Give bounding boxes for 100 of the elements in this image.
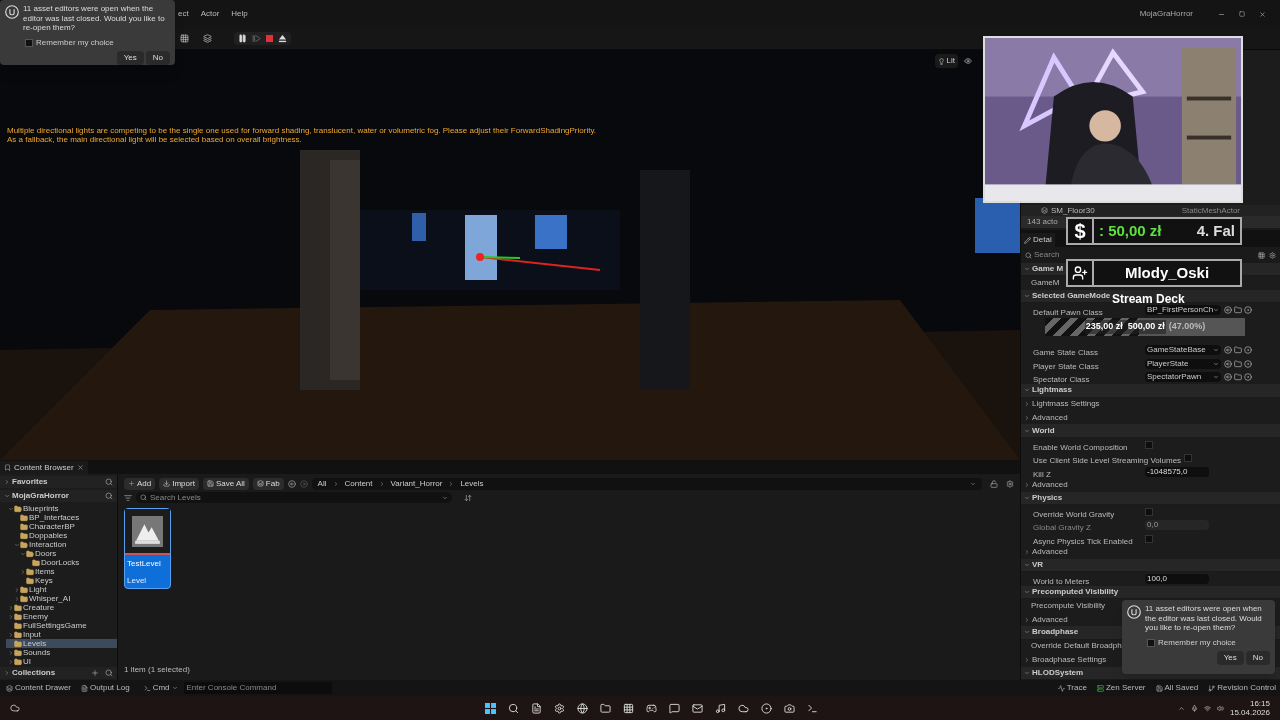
toolbar-button[interactable]: Fab — [252, 477, 284, 490]
folder-tree-item[interactable]: CharacterBP — [6, 522, 117, 531]
folder-tree-item[interactable]: BP_Interfaces — [6, 513, 117, 522]
remember-checkbox[interactable] — [1147, 638, 1155, 647]
folder-tree-item[interactable]: Items — [6, 567, 117, 576]
close-icon[interactable] — [76, 464, 84, 471]
folder-tree-item[interactable]: DoorLocks — [6, 558, 117, 567]
category-header[interactable]: World — [1021, 424, 1280, 438]
folder-tree-item[interactable]: Light — [6, 585, 117, 594]
browse-folder-icon[interactable] — [1234, 373, 1242, 382]
folder-tree-item[interactable]: Enemy — [6, 612, 117, 621]
settings-icon[interactable] — [1006, 479, 1014, 488]
folder-tree-item[interactable]: Levels — [6, 639, 117, 648]
sort-icon[interactable] — [464, 493, 472, 502]
remember-checkbox[interactable] — [25, 38, 33, 47]
taskbar-app-icon[interactable] — [577, 702, 588, 714]
lock-icon[interactable] — [990, 479, 998, 488]
taskbar-app-icon[interactable] — [554, 702, 565, 714]
breadcrumb-link[interactable]: Content — [344, 477, 373, 490]
taskbar-app-icon[interactable] — [807, 702, 818, 714]
start-icon[interactable] — [485, 702, 496, 714]
number-field[interactable]: 100,0 — [1145, 574, 1209, 585]
cmd-dropdown[interactable]: Cmd — [143, 682, 178, 694]
use-selected-icon[interactable] — [1224, 346, 1232, 355]
folder-tree-item[interactable]: Interaction — [6, 540, 117, 549]
use-selected-icon[interactable] — [1224, 373, 1232, 382]
taskbar-app-icon[interactable] — [784, 702, 795, 714]
folder-tree-item[interactable]: Sounds — [6, 648, 117, 657]
toast-button[interactable]: No — [1245, 650, 1270, 665]
show-icon[interactable] — [964, 57, 972, 65]
property-checkbox[interactable] — [1145, 507, 1153, 516]
chevron-icon[interactable] — [1177, 704, 1185, 712]
folder-tree-item[interactable]: UI — [6, 657, 117, 666]
console-input[interactable]: Enter Console Command — [183, 682, 332, 694]
property-checkbox[interactable] — [1145, 440, 1153, 449]
details-tab[interactable]: Detai — [1021, 233, 1055, 247]
taskbar-app-icon[interactable] — [738, 702, 749, 714]
class-dropdown[interactable]: GameStateBase — [1145, 345, 1221, 356]
search-icon[interactable] — [105, 492, 113, 500]
folder-tree-item[interactable]: Creature — [6, 603, 117, 612]
search-icon[interactable] — [105, 669, 113, 677]
status-button[interactable]: All Saved — [1155, 682, 1199, 694]
folder-tree-item[interactable]: Blueprints — [6, 504, 117, 513]
folder-tree-item[interactable]: Doors — [6, 549, 117, 558]
toolbar-button[interactable]: Import — [159, 477, 199, 490]
use-selected-icon[interactable] — [1224, 359, 1232, 368]
taskbar-app-icon[interactable] — [715, 702, 726, 714]
class-dropdown[interactable]: BP_FirstPersonCh — [1145, 305, 1221, 315]
maximize-icon[interactable] — [1239, 10, 1245, 17]
folder-tree-item[interactable]: FullSettingsGame — [6, 621, 117, 630]
taskbar-app-icon[interactable] — [646, 702, 657, 714]
taskbar-app-icon[interactable] — [623, 702, 634, 714]
use-selected-icon[interactable] — [1224, 306, 1232, 314]
toolbar-button[interactable]: Add — [124, 477, 156, 490]
folder-tree-item[interactable]: Whisper_AI — [6, 594, 117, 603]
eject-icon[interactable] — [278, 34, 287, 43]
reset-icon[interactable] — [1244, 306, 1252, 314]
number-field[interactable]: -1048575,0 — [1145, 466, 1209, 477]
view-mode-button[interactable]: Lit — [934, 54, 958, 68]
browse-folder-icon[interactable] — [1234, 306, 1242, 314]
property-checkbox[interactable] — [1145, 534, 1153, 543]
breadcrumb-link[interactable]: Levels — [460, 477, 484, 490]
taskbar-app-icon[interactable] — [600, 702, 611, 714]
toast-button[interactable]: No — [145, 50, 170, 65]
taskbar-app-icon[interactable] — [508, 702, 519, 714]
folder-tree-item[interactable]: Input — [6, 630, 117, 639]
menu-item[interactable]: Help — [231, 8, 248, 20]
category-header[interactable]: VR — [1021, 559, 1280, 573]
actor-name[interactable]: SM_Floor30 — [1051, 204, 1095, 217]
close-icon[interactable] — [1259, 10, 1266, 18]
menu-item[interactable]: ect — [178, 8, 189, 20]
back-icon[interactable] — [287, 479, 296, 488]
settings-icon[interactable] — [1269, 251, 1276, 259]
status-button[interactable]: Output Log — [79, 682, 132, 694]
volume-icon[interactable] — [1216, 704, 1224, 712]
category-header[interactable]: Lightmass — [1021, 384, 1280, 398]
microphone-icon[interactable] — [1190, 704, 1198, 712]
class-dropdown[interactable]: SpectatorPawn — [1145, 372, 1221, 383]
taskbar-app-icon[interactable] — [761, 702, 772, 714]
add-icon[interactable] — [91, 669, 99, 677]
skip-frame-icon[interactable] — [252, 34, 261, 43]
status-button[interactable]: Zen Server — [1096, 682, 1146, 694]
browse-folder-icon[interactable] — [1234, 346, 1242, 355]
status-button[interactable]: Trace — [1057, 682, 1087, 694]
folder-tree-item[interactable]: Keys — [6, 576, 117, 585]
status-button[interactable]: Content Drawer — [4, 682, 74, 694]
asset-tile[interactable]: TestLevel Level — [124, 508, 171, 589]
class-dropdown[interactable]: PlayerState — [1145, 358, 1221, 369]
grid-icon[interactable] — [1258, 251, 1265, 259]
taskbar-app-icon[interactable] — [692, 702, 703, 714]
breadcrumb-link[interactable]: Variant_Horror — [390, 477, 443, 490]
filter-icon[interactable] — [124, 493, 132, 502]
browse-folder-icon[interactable] — [1234, 359, 1242, 368]
search-field[interactable]: Search — [1025, 249, 1060, 261]
toast-button[interactable]: Yes — [1216, 650, 1244, 665]
content-browser-tab[interactable]: Content Browser — [0, 461, 88, 474]
search-field[interactable]: Search Levels — [136, 492, 452, 503]
toast-button[interactable]: Yes — [116, 50, 144, 65]
toolbar-button[interactable]: Save All — [202, 477, 249, 490]
property-checkbox[interactable] — [1184, 454, 1193, 463]
